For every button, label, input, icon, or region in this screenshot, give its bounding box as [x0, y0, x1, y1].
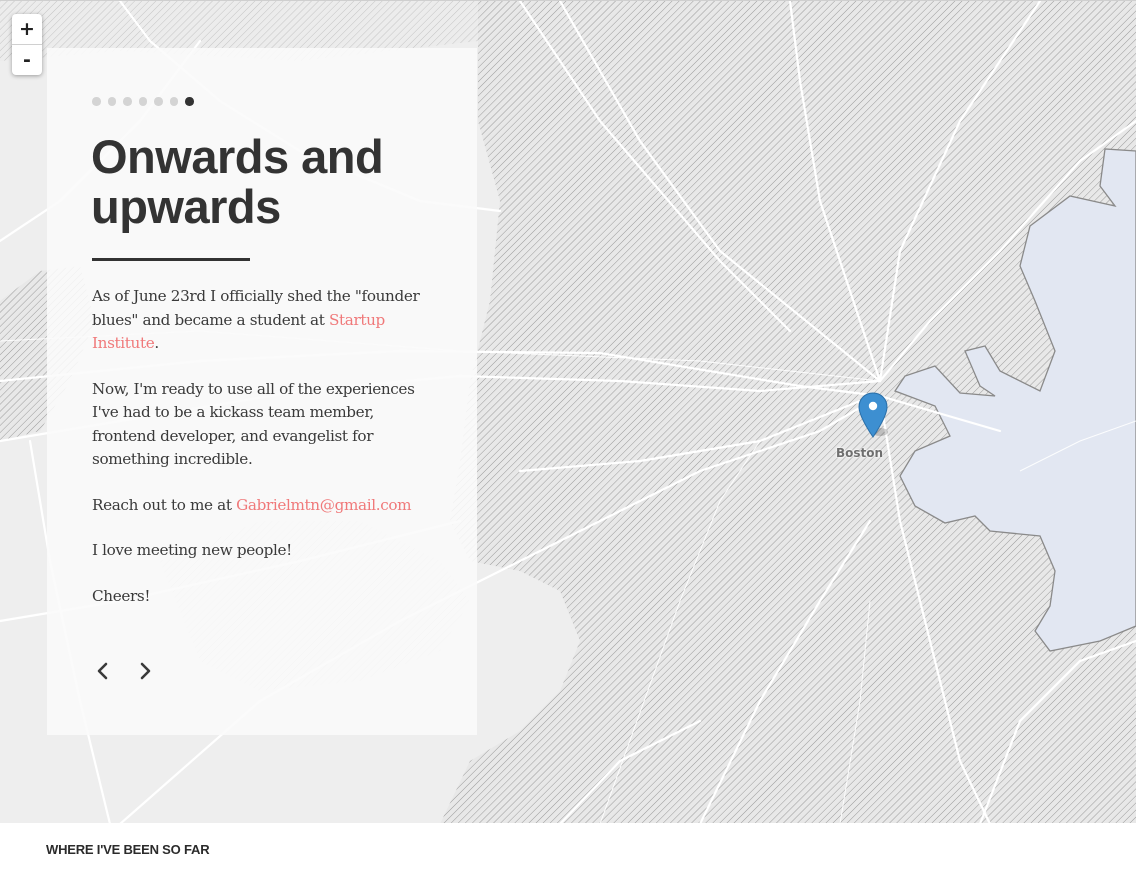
zoom-out-button[interactable]: - [12, 44, 42, 75]
map[interactable]: + - Boston Onwards and upwards As of Jun… [0, 0, 1136, 823]
story-body: As of June 23rd I officially shed the "f… [92, 285, 442, 630]
story-title: Onwards and upwards [91, 130, 384, 233]
slide-dots [92, 97, 194, 106]
slide-dot-3[interactable] [123, 97, 132, 106]
paragraph-5: Cheers! [92, 586, 151, 605]
zoom-control: + - [12, 14, 42, 75]
email-link[interactable]: Gabrielmtn@gmail.com [236, 496, 411, 514]
footer: WHERE I'VE BEEN SO FAR [0, 823, 1136, 872]
paragraph-3: Reach out to me at Gabrielmtn@gmail.com [92, 494, 442, 518]
next-slide-chevron-right-icon[interactable] [134, 660, 156, 682]
footer-title: WHERE I'VE BEEN SO FAR [46, 842, 210, 857]
slide-dot-6[interactable] [169, 97, 178, 106]
slide-dot-5[interactable] [154, 97, 163, 106]
city-label-boston: Boston [836, 446, 884, 460]
slide-dot-1[interactable] [92, 97, 101, 106]
slide-dot-2[interactable] [107, 97, 116, 106]
paragraph-4: I love meeting new people! [92, 541, 292, 559]
story-panel: Onwards and upwards As of June 23rd I of… [47, 48, 477, 735]
paragraph-3-text: Reach out to me at [92, 495, 237, 514]
paragraph-1-end: . [154, 334, 159, 352]
slide-navigation [92, 660, 156, 682]
zoom-in-button[interactable]: + [12, 14, 42, 44]
paragraph-2: Now, I'm ready to use all of the experie… [92, 379, 415, 469]
slide-dot-4[interactable] [138, 97, 147, 106]
title-divider [92, 258, 250, 261]
slide-dot-7-active[interactable] [185, 97, 194, 106]
previous-slide-chevron-left-icon[interactable] [92, 660, 114, 682]
paragraph-1: As of June 23rd I officially shed the "f… [92, 285, 442, 356]
boston-marker-pin-icon[interactable] [858, 392, 888, 438]
